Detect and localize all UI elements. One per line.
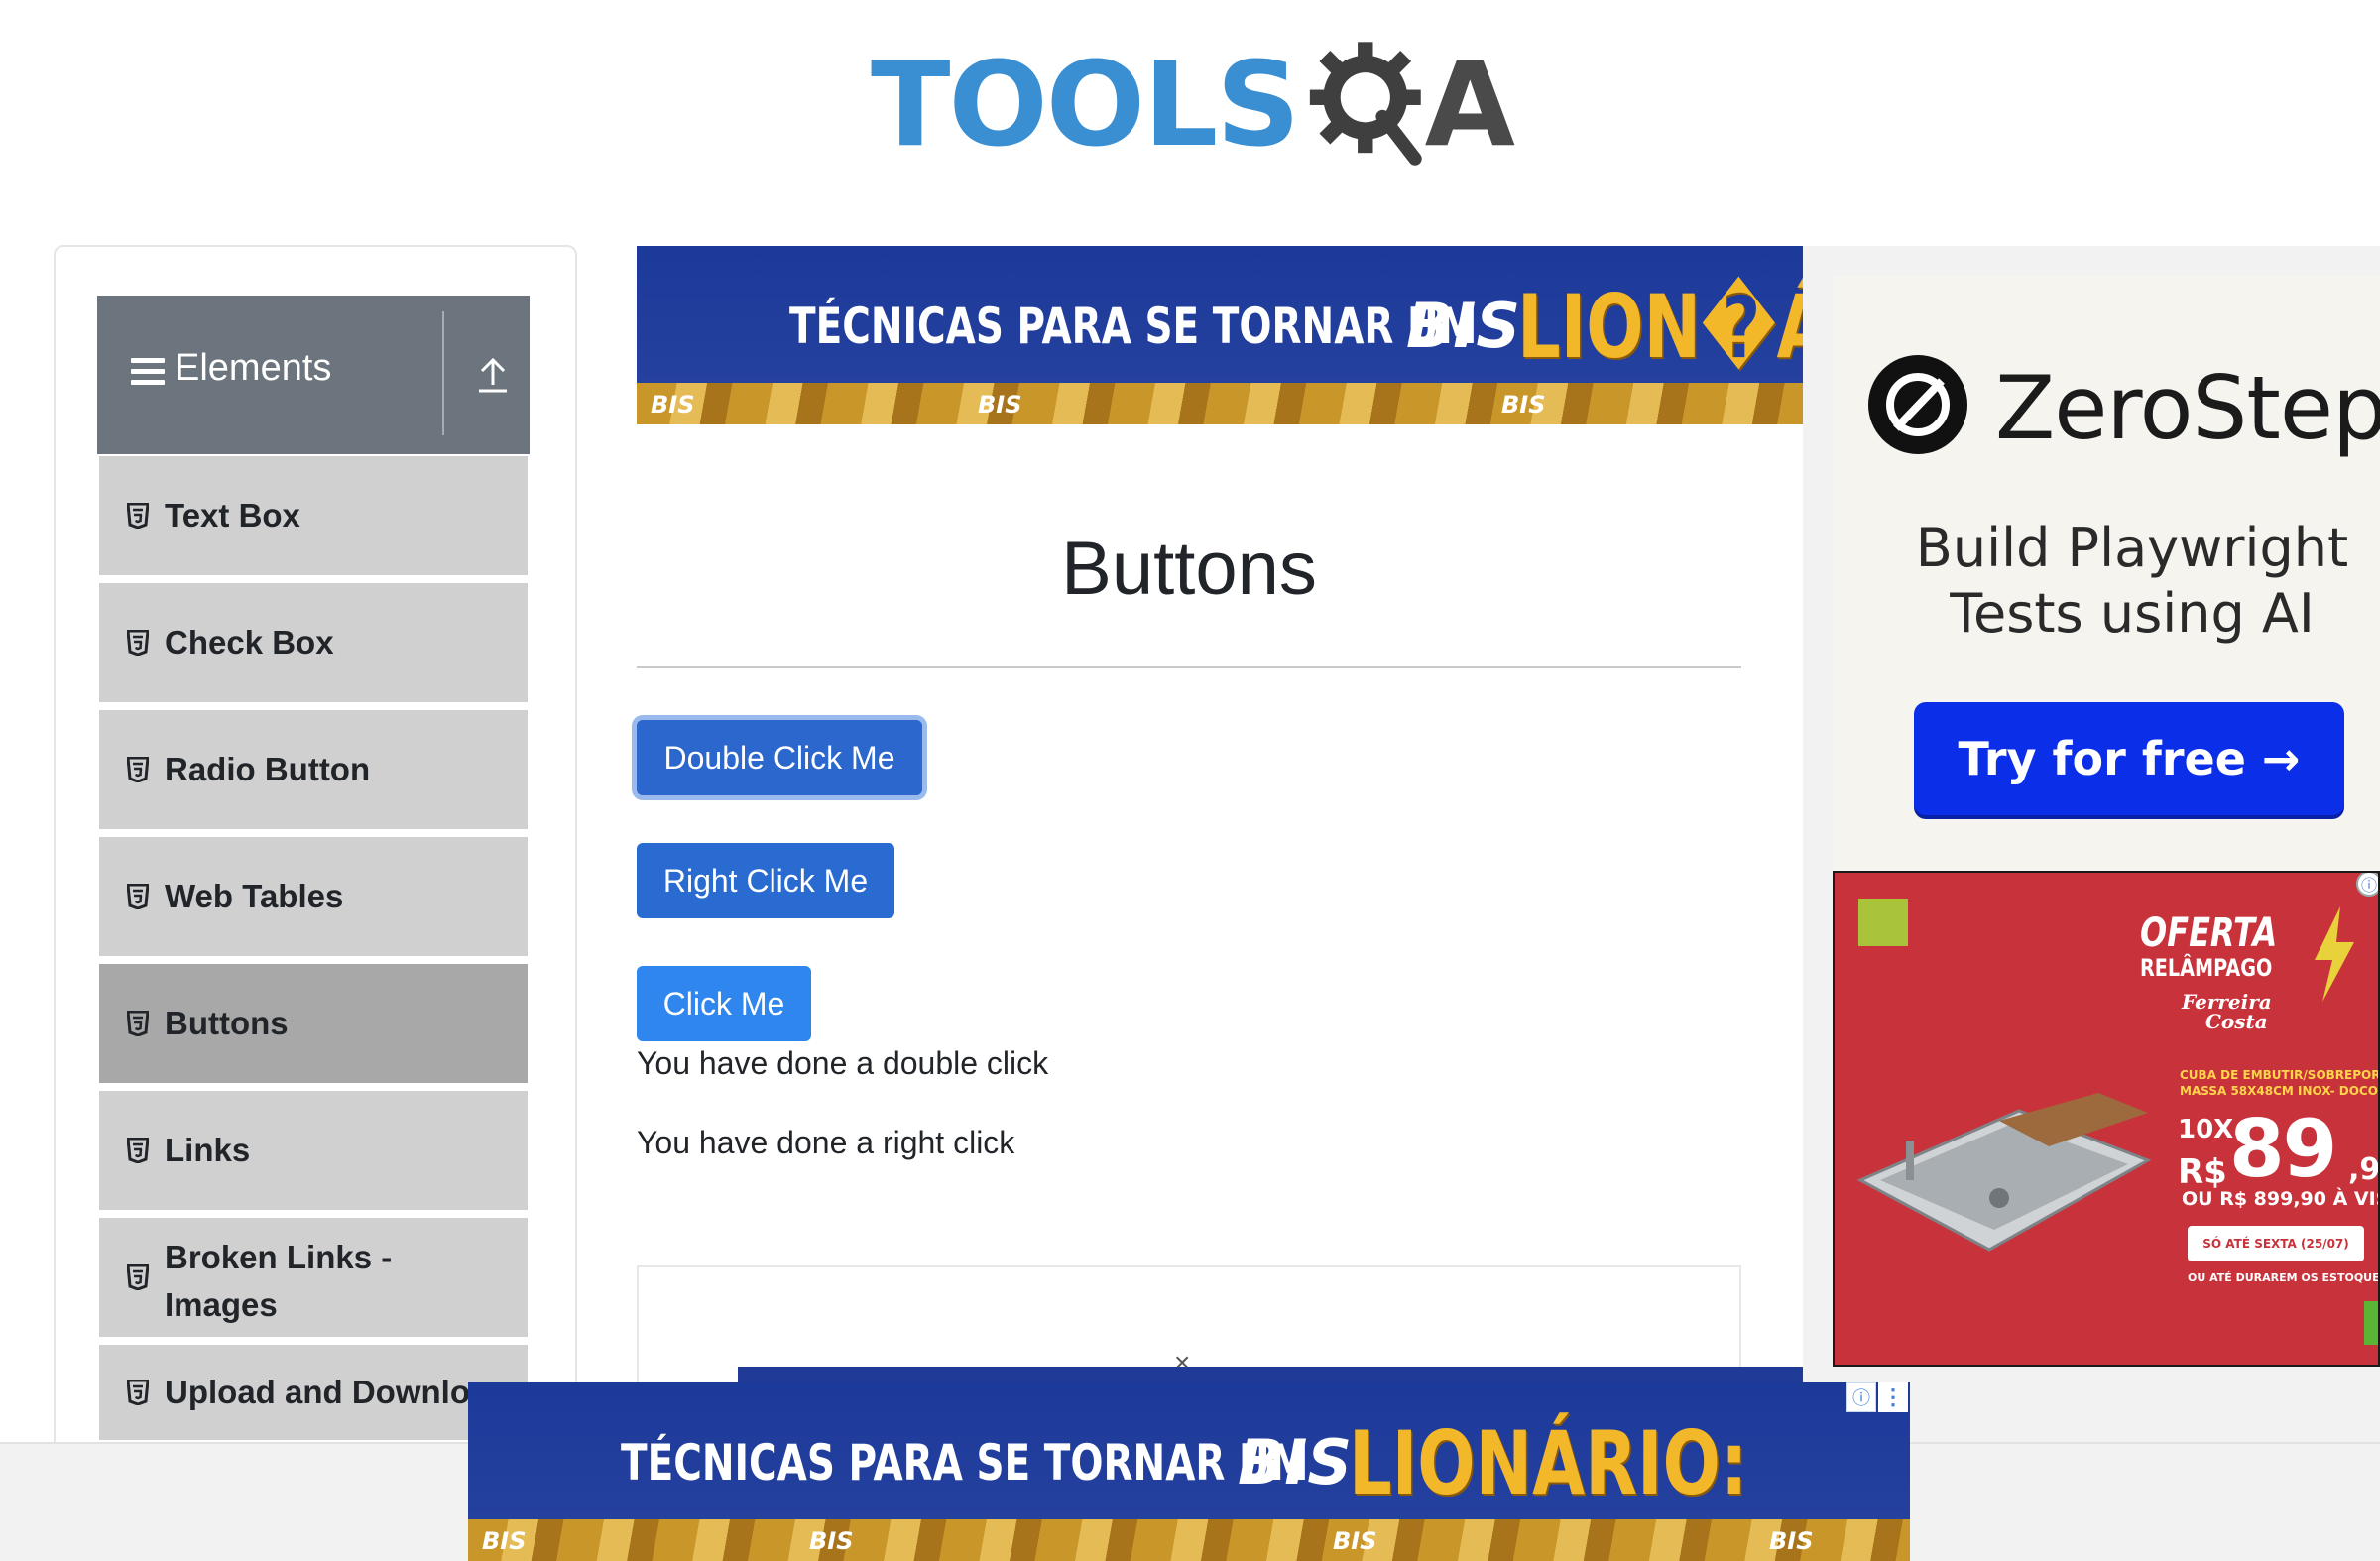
- double-click-message: You have done a double click: [637, 1045, 1049, 1081]
- right-click-message: You have done a right click: [637, 1125, 1015, 1160]
- ad-decor-square: [1858, 899, 1908, 946]
- title-divider: [637, 666, 1741, 668]
- strip-word: BIS: [651, 391, 695, 419]
- ad-info-icon[interactable]: ⓘ: [2356, 873, 2378, 897]
- sidebar-item-web-tables[interactable]: Web Tables: [99, 837, 528, 960]
- ferreira-costa-ad[interactable]: OFERTA RELÂMPAGO Ferreira Costa CUBA DE …: [1833, 871, 2380, 1367]
- ad-product: CUBA DE EMBUTIR/SOBREPOR MASSA 58X48CM I…: [2180, 1067, 2380, 1099]
- ad-headline: TÉCNICAS PARA SE TORNAR UM: [789, 298, 1478, 355]
- group-title: Elements: [175, 347, 332, 389]
- ad-installments: 10X: [2178, 1115, 2234, 1144]
- sidebar-item-label: Radio Button: [165, 751, 371, 787]
- brand-line-1: Ferreira: [2182, 990, 2272, 1014]
- sidebar-item-label: Check Box: [165, 624, 334, 660]
- html5-icon: [127, 503, 149, 529]
- ad-green-mark: [2364, 1301, 2378, 1345]
- ad-brand: BIS: [1406, 290, 1520, 362]
- sidebar-item-label: Text Box: [165, 497, 300, 534]
- top-banner-ad[interactable]: TÉCNICAS PARA SE TORNAR UM BIS LION�ÁRIO…: [637, 246, 1803, 424]
- sidebar-item-broken-links[interactable]: Broken Links - Images: [99, 1218, 528, 1341]
- ad-product-strip: BIS BIS BIS BIS: [468, 1519, 1910, 1561]
- ad-menu-dots-icon[interactable]: ⋮: [1878, 1382, 1908, 1412]
- sidebar-item-label: Buttons: [165, 1005, 289, 1041]
- zerostep-logo-icon: [1868, 355, 1967, 454]
- logo-text: TOOLS: [871, 36, 1300, 173]
- ad-until-badge: SÓ ATÉ SEXTA (25/07): [2188, 1226, 2364, 1261]
- product-line-1: CUBA DE EMBUTIR/SOBREPOR: [2180, 1068, 2380, 1082]
- hamburger-icon: [131, 358, 165, 388]
- logo-a: A: [1424, 36, 1515, 173]
- html5-icon: [127, 1380, 149, 1405]
- strip-word: BIS: [978, 391, 1022, 419]
- ad-big-word: LIONÁRIO:: [1349, 1412, 1748, 1514]
- html5-icon: [127, 1011, 149, 1036]
- toolsqa-logo[interactable]: TOOLS A: [871, 30, 1515, 179]
- ad-headline: TÉCNICAS PARA SE TORNAR UM: [621, 1434, 1309, 1492]
- ad-brand-logo: Ferreira Costa: [2182, 992, 2272, 1031]
- ad-cash-price: OU R$ 899,90 À VISTA: [2182, 1188, 2378, 1210]
- sidebar-item-buttons[interactable]: Buttons: [99, 964, 528, 1087]
- sidebar-item-label: Web Tables: [165, 878, 344, 914]
- page: TOOLS A Elements Text Box Check Box Radi…: [0, 0, 2380, 1561]
- ad-big-word: LION�ÁRIO: [1517, 276, 1803, 378]
- html5-icon: [127, 757, 149, 782]
- double-click-button[interactable]: Double Click Me: [637, 720, 922, 795]
- sidebar-item-label: Links: [165, 1132, 251, 1168]
- sink-product-image: [1856, 1093, 2152, 1252]
- ad-cents: ,99: [2348, 1152, 2380, 1187]
- html5-icon: [127, 1264, 149, 1290]
- strip-word: BIS: [1333, 1527, 1377, 1555]
- zerostep-name: ZeroStep: [1995, 357, 2380, 459]
- ad-oferta: OFERTA: [2140, 910, 2278, 956]
- zerostep-tagline-1: Build Playwright: [1915, 517, 2349, 579]
- sidebar-item-links[interactable]: Links: [99, 1091, 528, 1214]
- strip-word: BIS: [1769, 1527, 1814, 1555]
- strip-word: BIS: [1501, 391, 1546, 419]
- ad-stock-note: OU ATÉ DURAREM OS ESTOQUES: [2188, 1271, 2380, 1284]
- html5-icon: [127, 630, 149, 656]
- ad-currency: R$: [2178, 1152, 2227, 1192]
- page-title: Buttons: [1061, 527, 1317, 611]
- try-for-free-button[interactable]: Try for free →: [1914, 702, 2344, 815]
- sidebar-item-radio-button[interactable]: Radio Button: [99, 710, 528, 833]
- sidebar-item-check-box[interactable]: Check Box: [99, 583, 528, 706]
- html5-icon: [127, 884, 149, 909]
- ad-relampago: RELÂMPAGO: [2140, 954, 2273, 982]
- sidebar-item-label-line2: Images: [165, 1286, 278, 1323]
- strip-word: BIS: [482, 1527, 527, 1555]
- gear-magnifier-icon: [1310, 42, 1422, 166]
- sidebar-item-label: Upload and Downloa: [165, 1374, 489, 1410]
- click-button[interactable]: Click Me: [637, 966, 811, 1041]
- ad-price: 89: [2229, 1103, 2337, 1195]
- sidebar-item-label: Broken Links -: [165, 1239, 393, 1275]
- ad-brand: BIS: [1238, 1426, 1352, 1499]
- product-line-2: MASSA 58X48CM INOX- DOCOL: [2180, 1084, 2380, 1098]
- sidebar-item-text-box[interactable]: Text Box: [99, 456, 528, 579]
- ad-product-strip: BIS BIS BIS: [637, 383, 1803, 424]
- adchoices-info-icon[interactable]: ⓘ: [1846, 1382, 1876, 1412]
- upload-arrow-icon[interactable]: [476, 355, 510, 395]
- strip-word: BIS: [809, 1527, 854, 1555]
- zerostep-tagline-2: Tests using AI: [1950, 582, 2315, 645]
- sidebar-item-upload-download[interactable]: Upload and Downloa: [99, 1345, 528, 1444]
- header-divider: [442, 311, 444, 435]
- lightning-icon: [2315, 906, 2354, 1002]
- right-click-button[interactable]: Right Click Me: [637, 843, 894, 918]
- brand-line-2: Costa: [2205, 1010, 2268, 1033]
- elements-group-header[interactable]: Elements: [97, 296, 530, 454]
- bottom-sticky-ad[interactable]: TÉCNICAS PARA SE TORNAR UM BIS LIONÁRIO:…: [468, 1382, 1910, 1561]
- zerostep-tagline: Build Playwright Tests using AI: [1844, 516, 2380, 647]
- html5-icon: [127, 1138, 149, 1163]
